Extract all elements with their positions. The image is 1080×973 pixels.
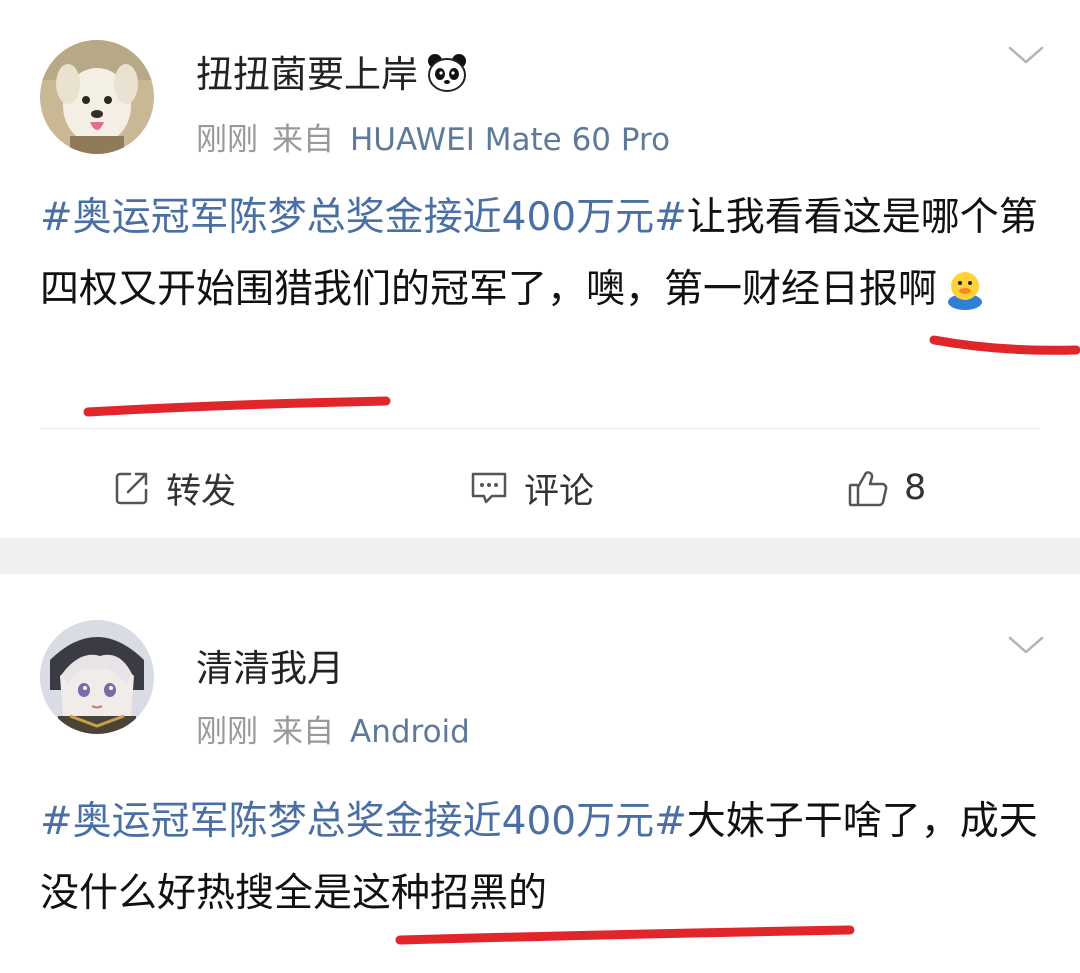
- device-link[interactable]: Android: [350, 714, 470, 750]
- feed-separator: [0, 538, 1080, 574]
- divider: [40, 428, 1040, 429]
- topic-link[interactable]: #奥运冠军陈梦总奖金接近400万元#: [40, 799, 687, 844]
- post-time: 刚刚: [196, 122, 258, 158]
- post-card-1: 扭扭菌要上岸 刚刚 来自 HUAWEI Mate 60 Pro #奥运冠军陈梦总奖金…: [0, 0, 1080, 538]
- from-label: 来自: [272, 714, 334, 750]
- like-button[interactable]: 8: [846, 450, 926, 526]
- repost-label: 转发: [166, 471, 237, 512]
- repost-button[interactable]: 转发: [112, 450, 236, 526]
- username[interactable]: 扭扭菌要上岸: [196, 44, 468, 102]
- avatar[interactable]: [40, 620, 154, 734]
- post-content: #奥运冠军陈梦总奖金接近400万元#让我看看这是哪个第四权又开始围猎我们的冠军了…: [40, 182, 1040, 334]
- chevron-down-icon[interactable]: [1006, 40, 1046, 70]
- action-bar: 转发 评论 8: [0, 450, 1080, 526]
- post-meta: 刚刚 来自 HUAWEI Mate 60 Pro: [196, 114, 670, 159]
- comment-icon: [471, 472, 507, 504]
- repost-icon: [115, 472, 148, 505]
- panda-icon: [426, 53, 468, 102]
- from-label: 来自: [272, 122, 334, 158]
- avatar[interactable]: [40, 40, 154, 154]
- duck-emoji-icon: [943, 262, 987, 334]
- like-count: 8: [904, 468, 927, 508]
- comment-label: 评论: [524, 471, 595, 512]
- post-content: #奥运冠军陈梦总奖金接近400万元#大妹子干啥了，成天没什么好热搜全是这种招黑的: [40, 786, 1040, 930]
- thumbs-up-icon: [848, 471, 888, 507]
- anime-avatar-icon: [40, 620, 154, 734]
- post-card-2: 清清我月 刚刚 来自 Android #奥运冠军陈梦总奖金接近400万元#大妹子干啥…: [0, 574, 1080, 973]
- username-text: 扭扭菌要上岸: [196, 53, 418, 96]
- post-time: 刚刚: [196, 714, 258, 750]
- topic-link[interactable]: #奥运冠军陈梦总奖金接近400万元#: [40, 195, 687, 240]
- device-link[interactable]: HUAWEI Mate 60 Pro: [350, 122, 670, 158]
- chevron-down-icon[interactable]: [1006, 630, 1046, 660]
- dog-avatar-icon: [40, 40, 154, 154]
- comment-button[interactable]: 评论: [468, 450, 594, 526]
- post-meta: 刚刚 来自 Android: [196, 706, 470, 751]
- username[interactable]: 清清我月: [196, 638, 344, 692]
- username-text: 清清我月: [196, 647, 344, 690]
